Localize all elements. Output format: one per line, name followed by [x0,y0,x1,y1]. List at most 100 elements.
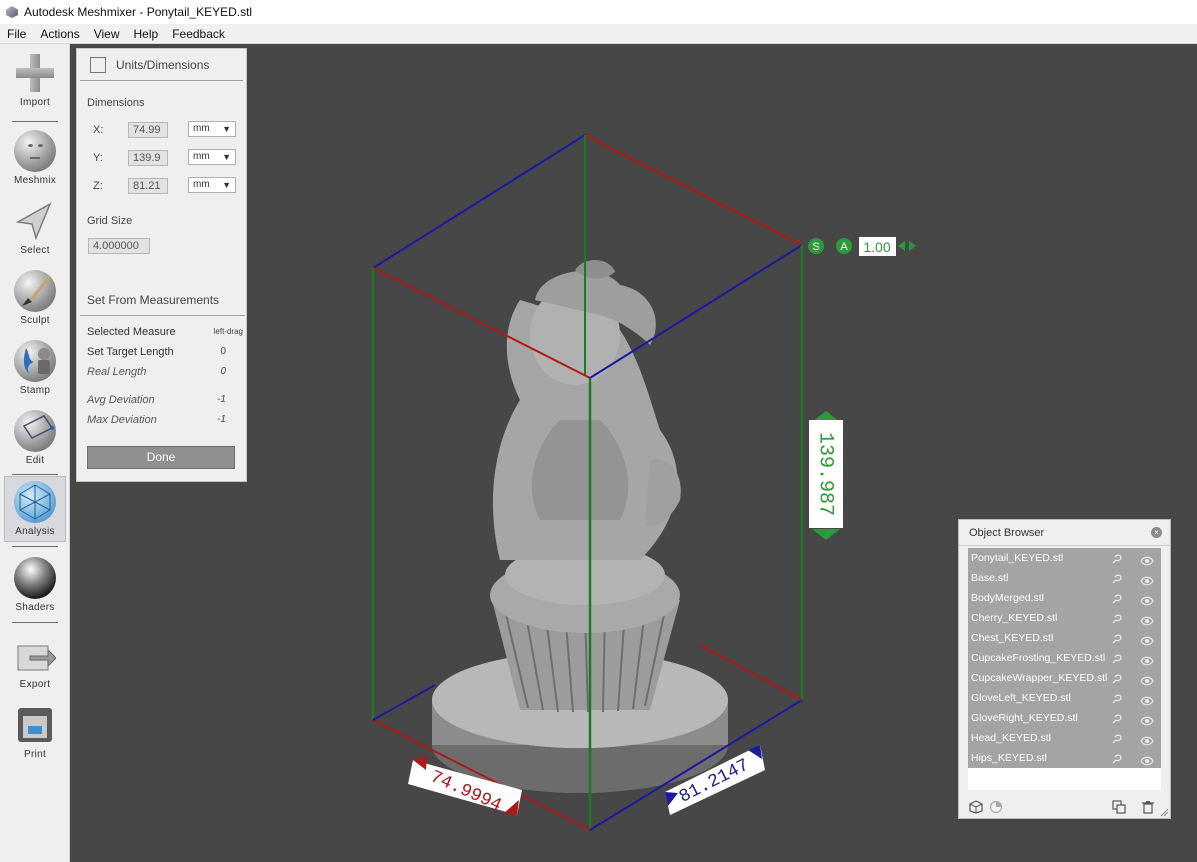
visibility-eye-icon[interactable] [1140,693,1154,706]
y-unit-select[interactable]: mm ▼ [188,149,236,165]
tool-label: Import [19,97,51,108]
object-name: GloveLeft_KEYED.stl [971,692,1071,704]
tool-sculpt[interactable]: Sculpt [4,266,66,332]
object-name: GloveRight_KEYED.stl [971,712,1078,724]
scale-decrease-arrow-icon[interactable] [898,241,905,251]
menu-feedback[interactable]: Feedback [165,24,232,44]
visibility-eye-icon[interactable] [1140,653,1154,666]
x-label: X: [93,124,104,136]
visibility-eye-icon[interactable] [1140,573,1154,586]
tool-print[interactable]: Print [4,700,66,766]
object-row[interactable]: Base.stl [968,568,1161,588]
object-name: CupcakeWrapper_KEYED.stl [971,672,1108,684]
x-unit-value: mm [193,123,210,134]
object-row[interactable]: Head_KEYED.stl [968,728,1161,748]
y-label: Y: [93,152,103,164]
pick-brush-icon[interactable] [1111,712,1123,724]
object-row[interactable]: BodyMerged.stl [968,588,1161,608]
cube-icon[interactable] [969,800,983,814]
object-name: Head_KEYED.stl [971,732,1051,744]
meshmix-icon [14,130,56,172]
export-icon [14,634,57,676]
scale-increase-arrow-icon[interactable] [909,241,916,251]
pick-brush-icon[interactable] [1111,592,1123,604]
visibility-eye-icon[interactable] [1140,613,1154,626]
menu-file[interactable]: File [0,24,33,44]
menu-help[interactable]: Help [127,24,166,44]
z-dimension-field[interactable]: 81.21 [128,178,168,194]
tool-export[interactable]: Export [4,630,66,696]
pick-brush-icon[interactable] [1111,552,1123,564]
object-row[interactable]: Hips_KEYED.stl [968,748,1161,768]
object-name: Ponytail_KEYED.stl [971,552,1064,564]
visibility-eye-icon[interactable] [1140,593,1154,606]
dropdown-arrow-icon: ▼ [222,124,231,134]
pick-brush-icon[interactable] [1111,632,1123,644]
trash-icon[interactable] [1141,800,1155,814]
panel-header: Units/Dimensions [80,49,243,81]
avg-deviation-label: Avg Deviation [87,394,155,406]
object-row[interactable]: CupcakeWrapper_KEYED.stl [968,668,1161,688]
object-row[interactable]: GloveLeft_KEYED.stl [968,688,1161,708]
scale-a-label[interactable]: A [840,241,848,253]
tool-label: Select [20,245,50,256]
selected-measure-value: left-drag [213,327,243,336]
menu-actions[interactable]: Actions [33,24,86,44]
tool-meshmix[interactable]: Meshmix [4,126,66,192]
real-length-label: Real Length [87,366,147,378]
object-list-empty-area[interactable] [968,768,1161,790]
pie-chart-icon[interactable] [989,800,1003,814]
pick-brush-icon[interactable] [1111,672,1123,684]
pick-brush-icon[interactable] [1111,752,1123,764]
scale-s-label[interactable]: S [812,241,819,253]
max-deviation-value: -1 [217,414,226,425]
scale-value[interactable]: 1.00 [863,239,890,255]
left-toolbar: Import Meshmix Select Sculpt Stamp Edit [0,44,70,862]
object-row[interactable]: Cherry_KEYED.stl [968,608,1161,628]
done-button[interactable]: Done [87,446,235,469]
object-name: CupcakeFrosting_KEYED.stl [971,652,1106,664]
pick-brush-icon[interactable] [1111,652,1123,664]
x-unit-select[interactable]: mm ▼ [188,121,236,137]
title-bar: Autodesk Meshmixer - Ponytail_KEYED.stl [0,0,1197,24]
duplicate-icon[interactable] [1112,800,1126,814]
meshmixer-logo-icon [6,6,18,18]
tool-analysis[interactable]: Analysis [4,476,66,542]
tool-label: Analysis [15,526,55,537]
tool-shaders[interactable]: Shaders [4,553,66,619]
y-dimension-field[interactable]: 139.9 [128,150,168,166]
z-unit-select[interactable]: mm ▼ [188,177,236,193]
real-length-value: 0 [220,366,226,377]
close-icon[interactable]: × [1151,527,1162,538]
z-label: Z: [93,180,103,192]
visibility-eye-icon[interactable] [1140,633,1154,646]
object-row[interactable]: GloveRight_KEYED.stl [968,708,1161,728]
menu-view[interactable]: View [87,24,127,44]
tool-select[interactable]: Select [4,196,66,262]
tool-import[interactable]: Import [4,48,66,114]
set-target-length-value[interactable]: 0 [220,346,226,357]
object-row[interactable]: Chest_KEYED.stl [968,628,1161,648]
visibility-eye-icon[interactable] [1140,713,1154,726]
pick-brush-icon[interactable] [1111,572,1123,584]
object-list: Ponytail_KEYED.stl Base.stl BodyMerged.stl… [968,548,1161,768]
resize-grip-icon[interactable] [1159,807,1169,817]
pick-brush-icon[interactable] [1111,612,1123,624]
window-title: Autodesk Meshmixer - Ponytail_KEYED.stl [24,5,253,19]
tool-edit[interactable]: Edit [4,406,66,472]
dimension-y-label[interactable]: 139.987 [814,432,837,516]
tool-stamp[interactable]: Stamp [4,336,66,402]
visibility-eye-icon[interactable] [1140,673,1154,686]
grid-size-field[interactable]: 4.000000 [88,238,150,254]
pick-brush-icon[interactable] [1111,692,1123,704]
grid-size-heading: Grid Size [87,215,133,227]
pick-brush-icon[interactable] [1111,732,1123,744]
set-target-length-label: Set Target Length [87,346,174,358]
x-dimension-field[interactable]: 74.99 [128,122,168,138]
visibility-eye-icon[interactable] [1140,553,1154,566]
object-row[interactable]: CupcakeFrosting_KEYED.stl [968,648,1161,668]
visibility-eye-icon[interactable] [1140,733,1154,746]
object-row[interactable]: Ponytail_KEYED.stl [968,548,1161,568]
object-name: Cherry_KEYED.stl [971,612,1058,624]
visibility-eye-icon[interactable] [1140,753,1154,766]
